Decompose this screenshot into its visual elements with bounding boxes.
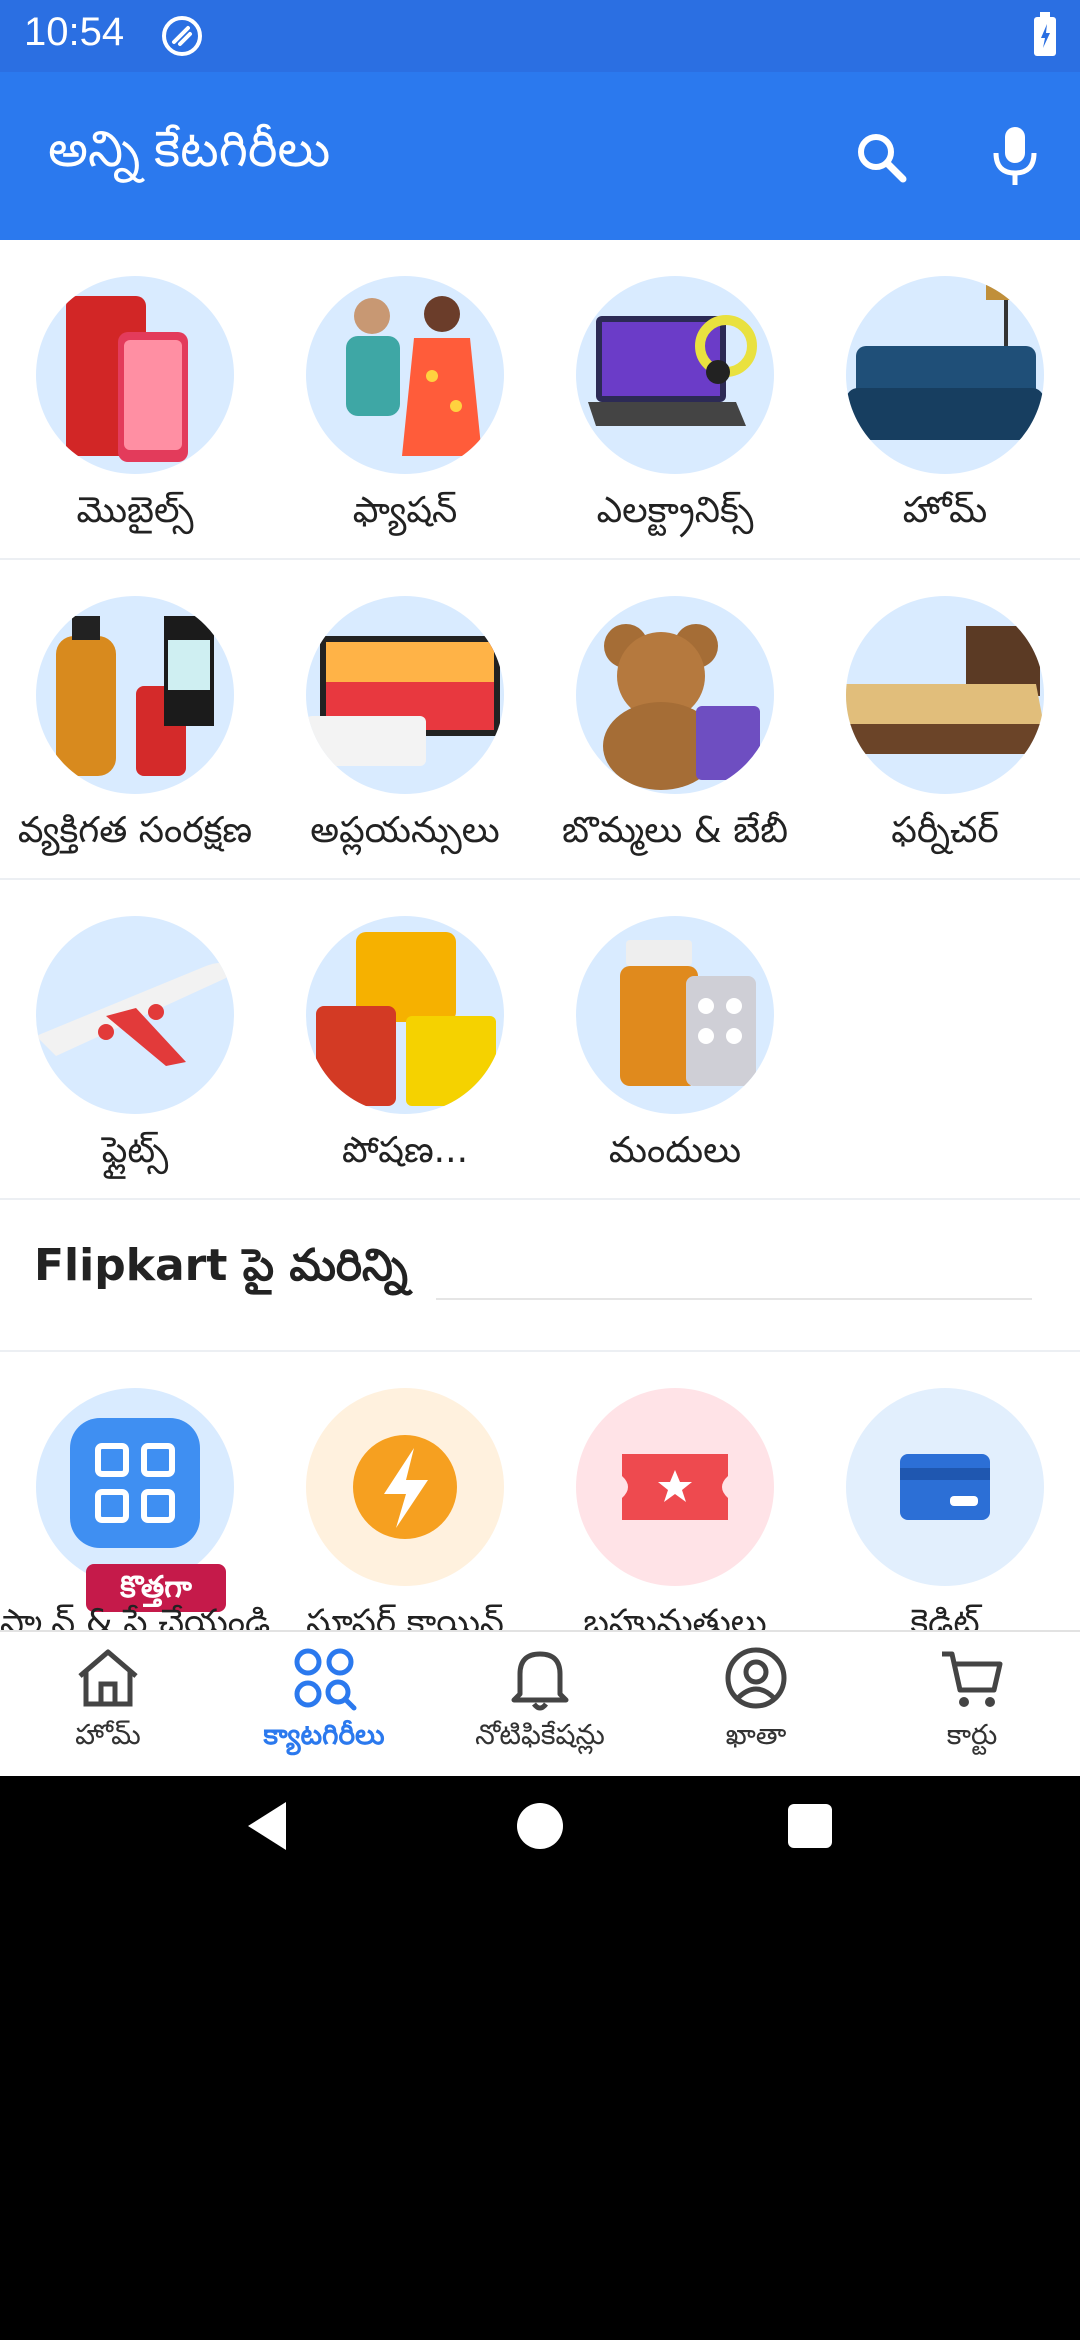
mobiles-image: [36, 276, 234, 474]
category-label: పోషణ...: [341, 1130, 469, 1171]
fashion-image: [306, 276, 504, 474]
account-icon: [725, 1647, 787, 1709]
system-navigation-bar: [0, 1776, 1080, 1876]
category-nutrition[interactable]: పోషణ...: [270, 880, 540, 1198]
categories-content: మొబైల్స్ ఫ్యాషన్ ఎలక్ట్రానిక్స్ హోమ్ వ్య…: [0, 240, 1080, 1630]
nav-label: నోటిఫికేషన్లు: [475, 1718, 605, 1751]
category-medicines[interactable]: మందులు: [540, 880, 810, 1198]
more-section-header: Flipkart పై మరిన్ని: [0, 1200, 1080, 1352]
category-row: మొబైల్స్ ఫ్యాషన్ ఎలక్ట్రానిక్స్ హోమ్: [0, 240, 1080, 560]
category-mobiles[interactable]: మొబైల్స్: [0, 240, 270, 558]
bottom-navigation: హోమ్ క్యాటగిరీలు నోటిఫికేషన్లు ఖాతా కార్…: [0, 1630, 1080, 1778]
tool-label: బహుమతులు: [583, 1602, 767, 1630]
scan-pay-image: [36, 1388, 234, 1586]
category-flights[interactable]: ఫ్లైట్స్: [0, 880, 270, 1198]
home-circle-icon[interactable]: [504, 1790, 576, 1862]
category-label: మొబైల్స్: [76, 490, 194, 531]
status-time: 10:54: [24, 10, 125, 54]
toys-baby-image: [576, 596, 774, 794]
category-furniture[interactable]: ఫర్నీచర్: [810, 560, 1080, 878]
nav-label: ఖాతా: [725, 1718, 787, 1751]
category-label: అప్లయన్సులు: [310, 810, 500, 851]
tools-row: కొత్తగా స్కాన్ & పే చేయండి సూపర్ కాయిన్: [0, 1352, 1080, 1630]
category-label: ఫర్నీచర్: [891, 810, 999, 851]
search-icon: [858, 134, 907, 183]
electronics-image: [576, 276, 774, 474]
categories-icon: [294, 1648, 357, 1711]
supercoin-image: [306, 1388, 504, 1586]
search-button[interactable]: [846, 122, 916, 192]
back-icon[interactable]: [232, 1790, 304, 1862]
nav-categories[interactable]: క్యాటగిరీలు: [216, 1632, 432, 1778]
tool-scan-pay[interactable]: కొత్తగా స్కాన్ & పే చేయండి: [0, 1352, 270, 1630]
category-label: ఎలక్ట్రానిక్స్: [596, 490, 754, 531]
tool-rewards[interactable]: బహుమతులు: [540, 1352, 810, 1630]
medicines-image: [576, 916, 774, 1114]
category-label: మందులు: [608, 1130, 742, 1171]
flights-image: [36, 916, 234, 1114]
bell-icon: [511, 1651, 569, 1711]
category-home[interactable]: హోమ్: [810, 240, 1080, 558]
category-row: ఫ్లైట్స్ పోషణ... మందులు: [0, 880, 1080, 1200]
category-label: హోమ్: [902, 490, 988, 531]
nav-label: క్యాటగిరీలు: [263, 1718, 385, 1751]
cart-icon: [942, 1651, 1003, 1707]
section-title: Flipkart పై మరిన్ని: [34, 1240, 408, 1291]
personal-care-image: [36, 596, 234, 794]
recents-icon[interactable]: [774, 1790, 846, 1862]
category-electronics[interactable]: ఎలక్ట్రానిక్స్: [540, 240, 810, 558]
nav-label: కార్టు: [946, 1718, 998, 1751]
page-title: అన్ని కేటగిరీలు: [48, 121, 331, 177]
nav-label: హోమ్: [75, 1718, 141, 1751]
furniture-image: [846, 596, 1044, 794]
category-toys-baby[interactable]: బొమ్మలు & బేబీ: [540, 560, 810, 878]
category-label: బొమ్మలు & బేబీ: [562, 810, 788, 851]
nav-home[interactable]: హోమ్: [0, 1632, 216, 1778]
home-icon: [78, 1649, 138, 1707]
category-row: వ్యక్తిగత సంరక్షణ అప్లయన్సులు బొమ్మలు & …: [0, 560, 1080, 880]
nutrition-image: [306, 916, 504, 1114]
tool-supercoin[interactable]: సూపర్ కాయిన్: [270, 1352, 540, 1630]
category-fashion[interactable]: ఫ్యాషన్: [270, 240, 540, 558]
category-label: ఫ్యాషన్: [352, 490, 458, 531]
tool-label: సూపర్ కాయిన్: [306, 1602, 504, 1630]
rewards-image: [576, 1388, 774, 1586]
nav-cart[interactable]: కార్టు: [864, 1632, 1080, 1778]
app-logo-icon: [162, 16, 202, 56]
battery-icon: [1034, 12, 1056, 56]
tool-label: క్రెడిట్: [910, 1602, 980, 1630]
mic-icon: [993, 127, 1037, 185]
status-bar: 10:54: [0, 0, 1080, 72]
category-personal-care[interactable]: వ్యక్తిగత సంరక్షణ: [0, 560, 270, 878]
tool-credit[interactable]: క్రెడిట్: [810, 1352, 1080, 1630]
category-label: వ్యక్తిగత సంరక్షణ: [17, 810, 253, 851]
voice-search-button[interactable]: [980, 122, 1050, 192]
divider: [436, 1298, 1032, 1300]
category-label: ఫ్లైట్స్: [101, 1130, 169, 1171]
nav-account[interactable]: ఖాతా: [648, 1632, 864, 1778]
screen: 10:54 అన్ని కేటగిరీలు మొబైల్స్ ఫ్యాషన్ ఎ…: [0, 0, 1080, 2340]
appliances-image: [306, 596, 504, 794]
app-bar: అన్ని కేటగిరీలు: [0, 72, 1080, 240]
credit-image: [846, 1388, 1044, 1586]
home-image: [846, 276, 1044, 474]
tool-label: స్కాన్ & పే చేయండి: [0, 1602, 271, 1630]
nav-notifications[interactable]: నోటిఫికేషన్లు: [432, 1632, 648, 1778]
category-appliances[interactable]: అప్లయన్సులు: [270, 560, 540, 878]
